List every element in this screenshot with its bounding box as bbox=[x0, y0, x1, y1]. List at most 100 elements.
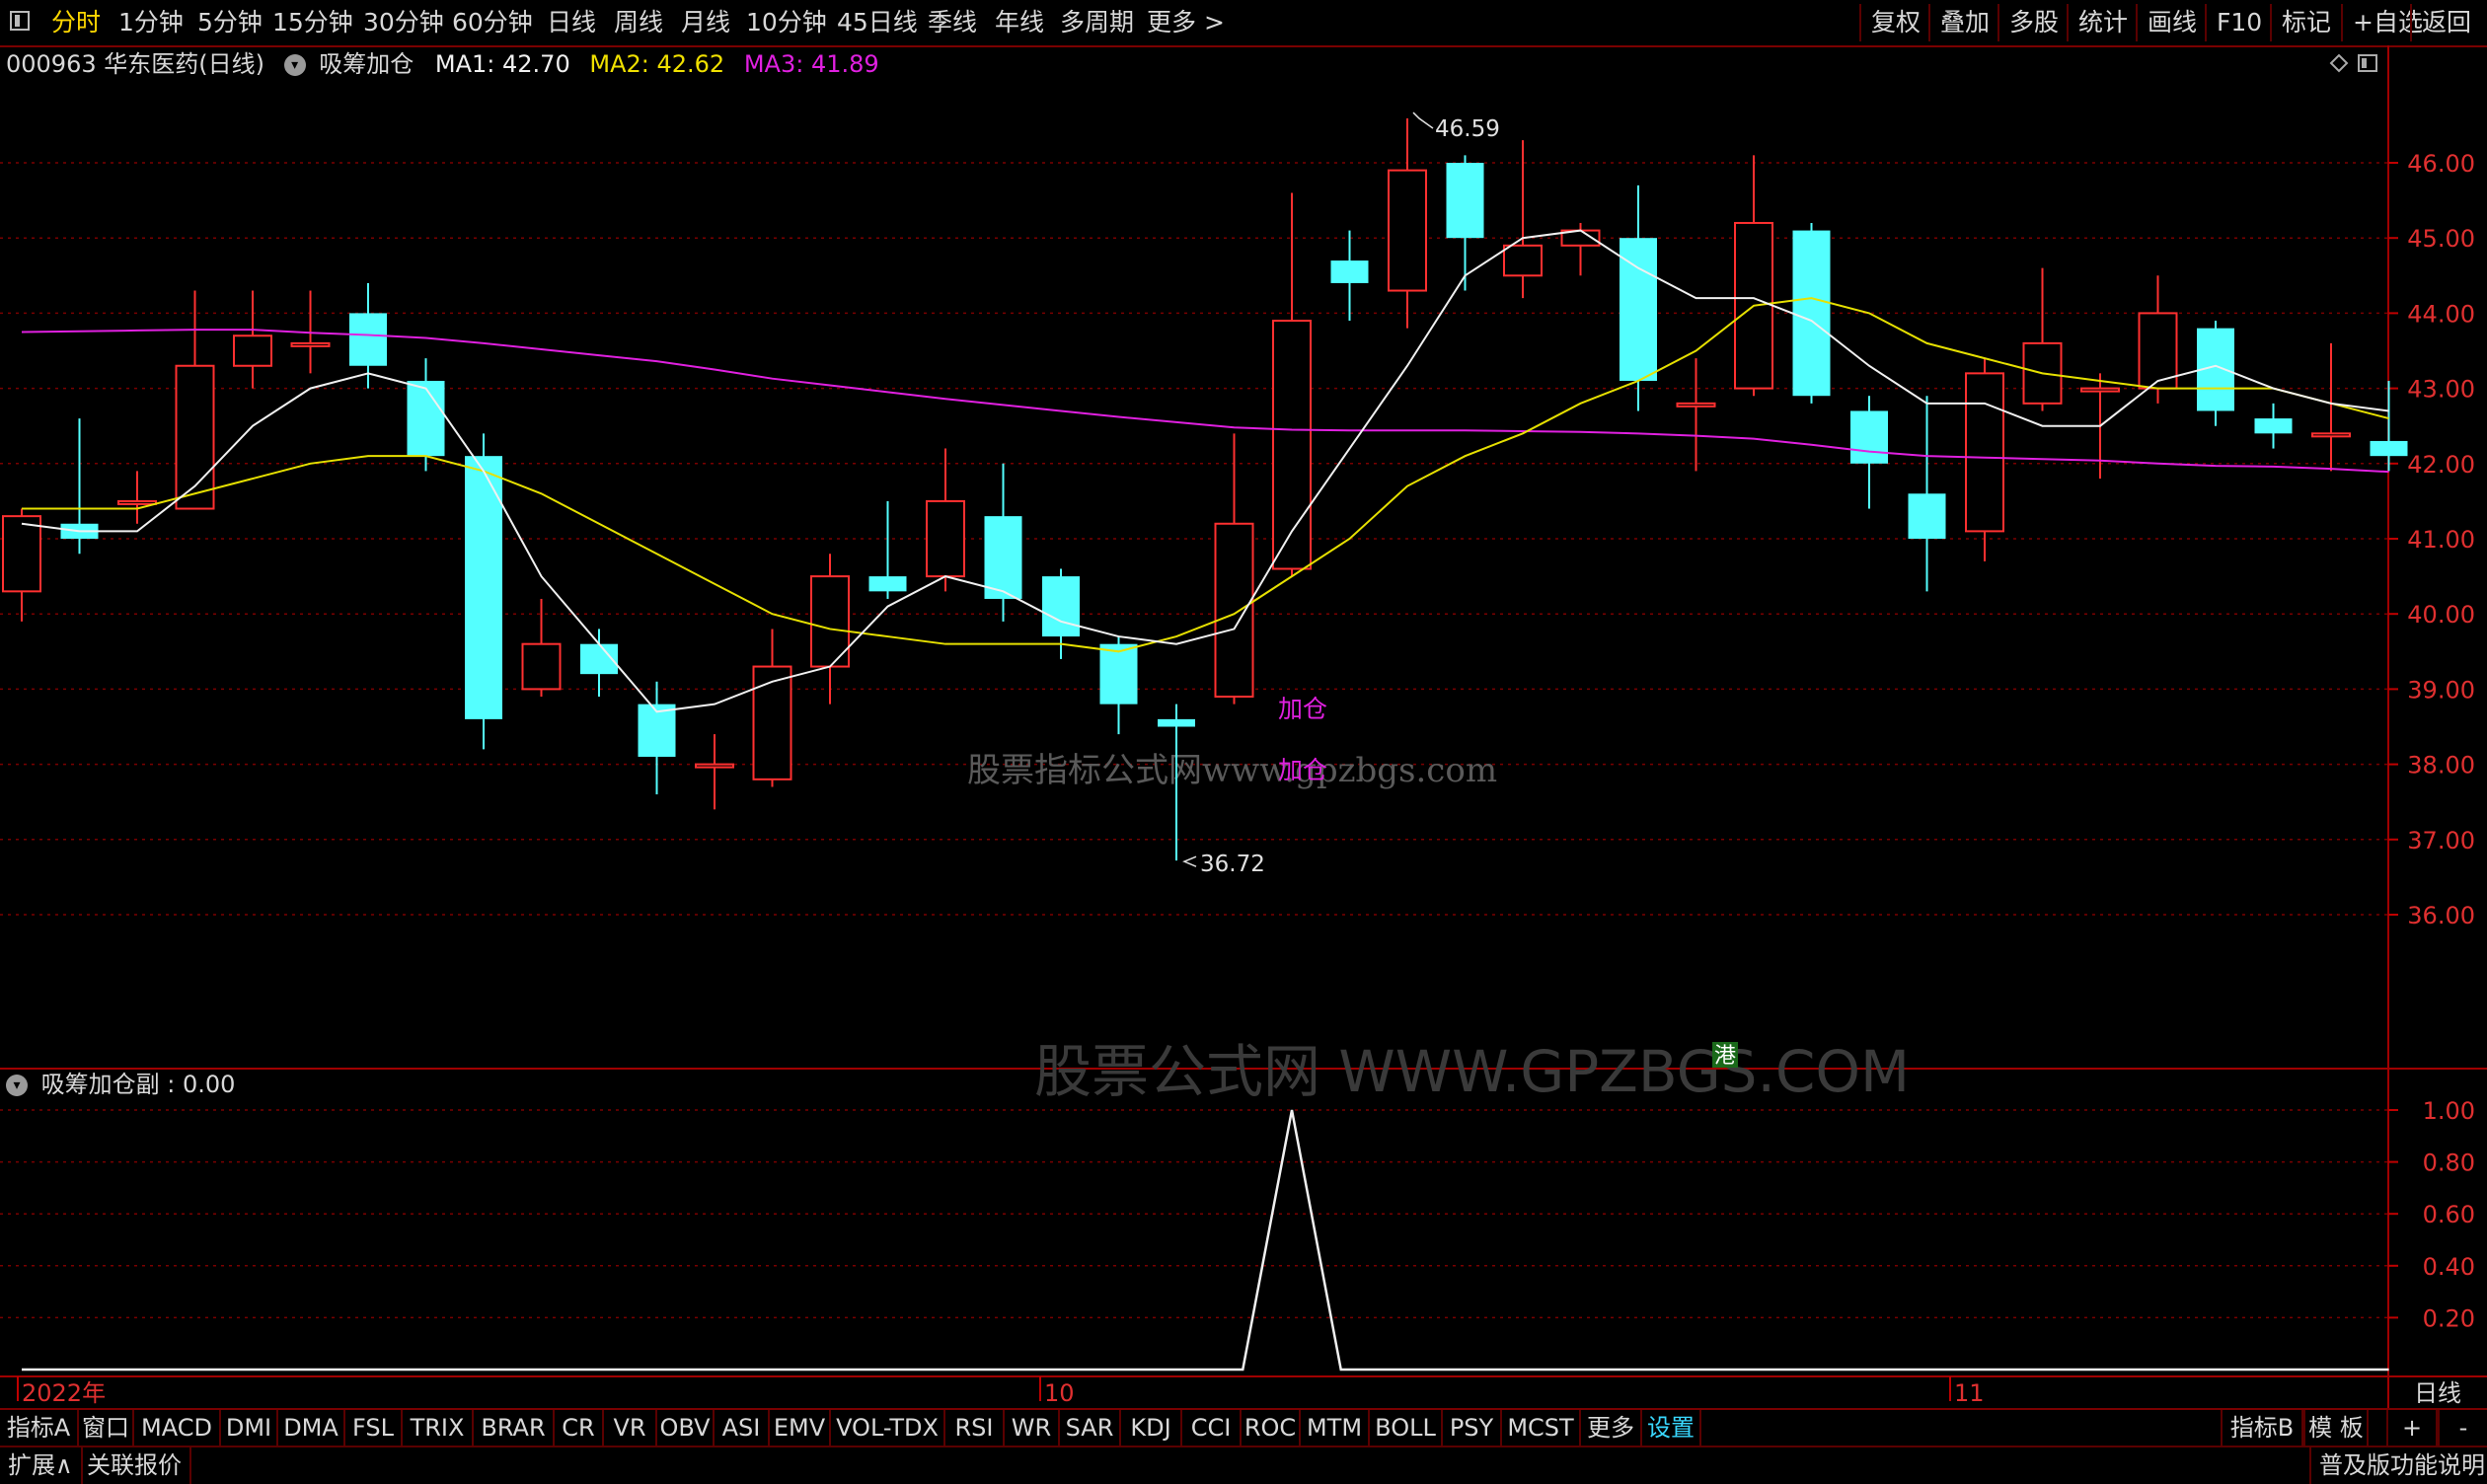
indicator-right-button-2[interactable]: + bbox=[2386, 1410, 2438, 1446]
indicator-tab-17[interactable]: KDJ bbox=[1121, 1410, 1182, 1446]
candle-body bbox=[1158, 718, 1195, 727]
indicator-right-button-1[interactable]: 模 板 bbox=[2303, 1410, 2369, 1446]
date-label: 10 bbox=[1044, 1379, 1075, 1407]
sub-tick-label: 0.60 bbox=[2423, 1201, 2475, 1228]
sub-tick-label: 0.80 bbox=[2423, 1150, 2475, 1177]
indicator-tab-14[interactable]: RSI bbox=[945, 1410, 1005, 1446]
indicator-tab-25[interactable]: 设置 bbox=[1642, 1410, 1701, 1446]
low-arrow-icon bbox=[1182, 855, 1197, 867]
indicator-tab-7[interactable]: BRAR bbox=[474, 1410, 555, 1446]
price-tick-label: 36.00 bbox=[2407, 902, 2475, 929]
candle-body bbox=[1908, 493, 1946, 539]
candle-body bbox=[752, 665, 792, 780]
candle-body bbox=[868, 576, 907, 592]
price-tick-label: 44.00 bbox=[2407, 300, 2475, 328]
ma2-value: MA2: 42.62 bbox=[589, 50, 725, 78]
price-tick-label: 40.00 bbox=[2407, 601, 2475, 629]
price-tick-label: 45.00 bbox=[2407, 225, 2475, 253]
date-label: 11 bbox=[1954, 1379, 1985, 1407]
high-price-label: 46.59 bbox=[1435, 116, 1500, 142]
help-link[interactable]: 普及版功能说明 bbox=[2309, 1447, 2487, 1484]
indicator-tab-16[interactable]: SAR bbox=[1060, 1410, 1121, 1446]
candle-body bbox=[1214, 522, 1254, 699]
sub-tick-label: 0.20 bbox=[2423, 1304, 2475, 1332]
panel-toggle-icon[interactable] bbox=[2358, 54, 2377, 72]
candle-body bbox=[2311, 432, 2351, 438]
related-quote-button[interactable]: 关联报价 bbox=[79, 1447, 191, 1484]
candle-body bbox=[2080, 387, 2120, 393]
indicator-tab-1[interactable]: 窗口 bbox=[79, 1410, 134, 1446]
indicator-tab-10[interactable]: OBV bbox=[657, 1410, 715, 1446]
candle-body bbox=[1503, 244, 1543, 277]
diamond-icon[interactable] bbox=[2329, 53, 2349, 73]
candle-body bbox=[1099, 643, 1138, 705]
indicator-tab-21[interactable]: BOLL bbox=[1370, 1410, 1443, 1446]
indicator-tab-19[interactable]: ROC bbox=[1242, 1410, 1301, 1446]
candle-body bbox=[349, 313, 387, 366]
date-label: 2022年 bbox=[22, 1379, 106, 1407]
indicator-tab-23[interactable]: MCST bbox=[1502, 1410, 1581, 1446]
indicator-tab-bar: 指标A 窗口 MACD DMI DMA FSL TRIX BRAR CR VR OBV ASI EMV V… bbox=[0, 1408, 2487, 1446]
indicator-tab-8[interactable]: CR bbox=[555, 1410, 604, 1446]
indicator-right-button-3[interactable]: - bbox=[2438, 1410, 2487, 1446]
indicator-dropdown-icon[interactable]: ▾ bbox=[283, 54, 306, 76]
indicator-right-button-0[interactable]: 指标B bbox=[2221, 1410, 2303, 1446]
candle-body bbox=[290, 341, 331, 347]
price-tick-label: 38.00 bbox=[2407, 752, 2475, 779]
price-tick-label: 43.00 bbox=[2407, 376, 2475, 404]
watermark-small: 股票指标公式网www.gpzbgs.com bbox=[967, 751, 1497, 790]
candle-body bbox=[2254, 418, 2293, 434]
price-tick-label: 37.00 bbox=[2407, 827, 2475, 854]
sub-indicator-dropdown-icon[interactable]: ▾ bbox=[6, 1075, 28, 1096]
candle-body bbox=[1676, 402, 1716, 408]
candle-body bbox=[407, 380, 445, 457]
indicator-tab-20[interactable]: MTM bbox=[1301, 1410, 1370, 1446]
high-arrow-icon bbox=[1412, 111, 1434, 129]
signal-label: 加仓 bbox=[1278, 756, 1327, 784]
watermark-large: 股票公式网 WWW.GPZBGS.COM bbox=[1034, 1038, 1910, 1105]
period-label: 日线 bbox=[2414, 1379, 2461, 1407]
sub-indicator-title[interactable]: 吸筹加仓副 : 0.00 bbox=[41, 1071, 236, 1098]
ma1-value: MA1: 42.70 bbox=[434, 50, 570, 78]
candle-body bbox=[1446, 163, 1484, 239]
indicator-tab-13[interactable]: VOL-TDX bbox=[831, 1410, 945, 1446]
indicator-tab-0[interactable]: 指标A bbox=[0, 1410, 79, 1446]
indicator-tab-2[interactable]: MACD bbox=[134, 1410, 221, 1446]
candle-body bbox=[926, 499, 965, 578]
price-tick-label: 46.00 bbox=[2407, 150, 2475, 178]
sub-chart-title-bar: ▾ 吸筹加仓副 : 0.00 bbox=[6, 1068, 235, 1101]
expand-button[interactable]: 扩展∧ bbox=[0, 1447, 83, 1484]
indicator-name[interactable]: 吸筹加仓 bbox=[319, 50, 414, 78]
candle-body bbox=[1330, 260, 1369, 283]
hk-badge[interactable]: 港 bbox=[1714, 1044, 1736, 1069]
price-tick-label: 42.00 bbox=[2407, 451, 2475, 479]
price-tick-label: 41.00 bbox=[2407, 526, 2475, 554]
indicator-tab-11[interactable]: ASI bbox=[715, 1410, 770, 1446]
indicator-tab-5[interactable]: FSL bbox=[345, 1410, 403, 1446]
kline-chart[interactable]: 46.00 45.00 44.00 43.00 42.00 41.00 40.00 39.00… bbox=[0, 0, 2487, 1408]
candle-body bbox=[117, 499, 157, 505]
indicator-tab-12[interactable]: EMV bbox=[770, 1410, 831, 1446]
candle-body bbox=[2, 515, 41, 593]
signal-line bbox=[22, 1109, 2389, 1372]
stock-title: 000963 华东医药(日线) bbox=[6, 50, 264, 78]
price-tick-label: 39.00 bbox=[2407, 676, 2475, 704]
candle-body bbox=[1042, 576, 1080, 637]
indicator-tab-6[interactable]: TRIX bbox=[403, 1410, 474, 1446]
indicator-tab-24[interactable]: 更多 bbox=[1581, 1410, 1642, 1446]
signal-label: 加仓 bbox=[1278, 695, 1327, 723]
ma1-line bbox=[21, 229, 2389, 713]
indicator-tab-3[interactable]: DMI bbox=[221, 1410, 278, 1446]
indicator-tab-22[interactable]: PSY bbox=[1443, 1410, 1502, 1446]
indicator-tab-9[interactable]: VR bbox=[604, 1410, 657, 1446]
indicator-tab-18[interactable]: CCI bbox=[1182, 1410, 1242, 1446]
candle-body bbox=[2370, 440, 2408, 457]
candle-body bbox=[1965, 372, 2004, 533]
candle-body bbox=[984, 516, 1022, 599]
low-price-label: 36.72 bbox=[1200, 852, 1265, 877]
indicator-tab-15[interactable]: WR bbox=[1005, 1410, 1060, 1446]
candle-body bbox=[695, 763, 734, 769]
candle-body bbox=[233, 334, 272, 367]
panel-toggle-icon-fill bbox=[2362, 58, 2367, 68]
indicator-tab-4[interactable]: DMA bbox=[278, 1410, 345, 1446]
